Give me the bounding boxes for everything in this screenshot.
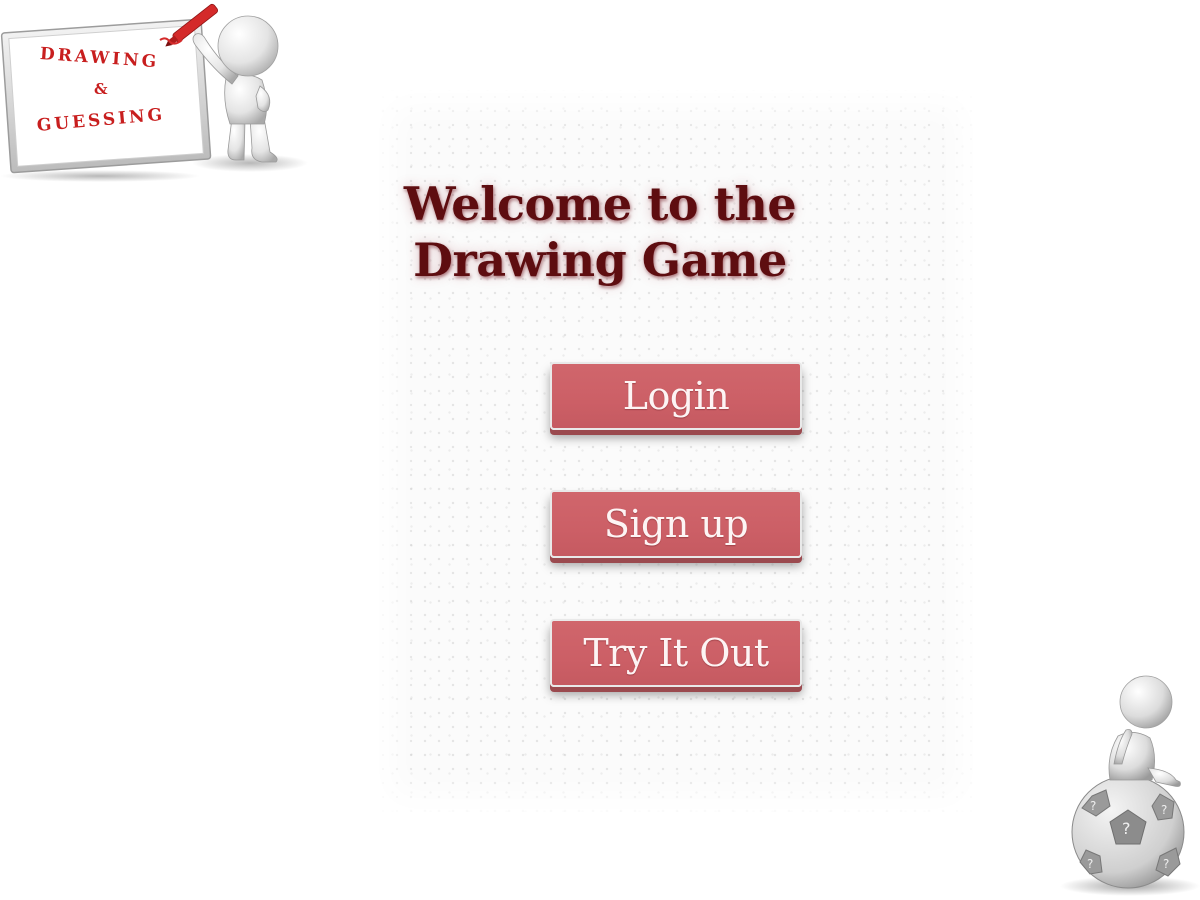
svg-text:?: ? xyxy=(1087,857,1093,871)
welcome-title-line2: Drawing Game xyxy=(413,233,787,287)
welcome-title-line1: Welcome to the xyxy=(403,177,797,231)
signup-button[interactable]: Sign up xyxy=(550,490,802,558)
drawing-guessing-logo: DRAWING & GUESSING xyxy=(0,0,310,182)
presenter-figure-whiteboard-icon xyxy=(0,3,308,182)
thinking-figure-decoration: ? ? ? ? ? xyxy=(1010,660,1200,900)
thinking-figure-question-ball-icon: ? ? ? ? ? xyxy=(1060,675,1200,896)
svg-text:?: ? xyxy=(1122,819,1131,838)
svg-text:?: ? xyxy=(1090,799,1096,813)
welcome-title: Welcome to the Drawing Game xyxy=(0,176,1200,288)
game-screen: DRAWING & GUESSING Welcome to the Drawin… xyxy=(0,0,1200,900)
svg-text:?: ? xyxy=(1161,803,1167,817)
svg-text:?: ? xyxy=(1163,857,1169,871)
try-it-out-button[interactable]: Try It Out xyxy=(550,619,802,687)
login-button[interactable]: Login xyxy=(550,362,802,430)
logo-ampersand: & xyxy=(94,80,108,98)
